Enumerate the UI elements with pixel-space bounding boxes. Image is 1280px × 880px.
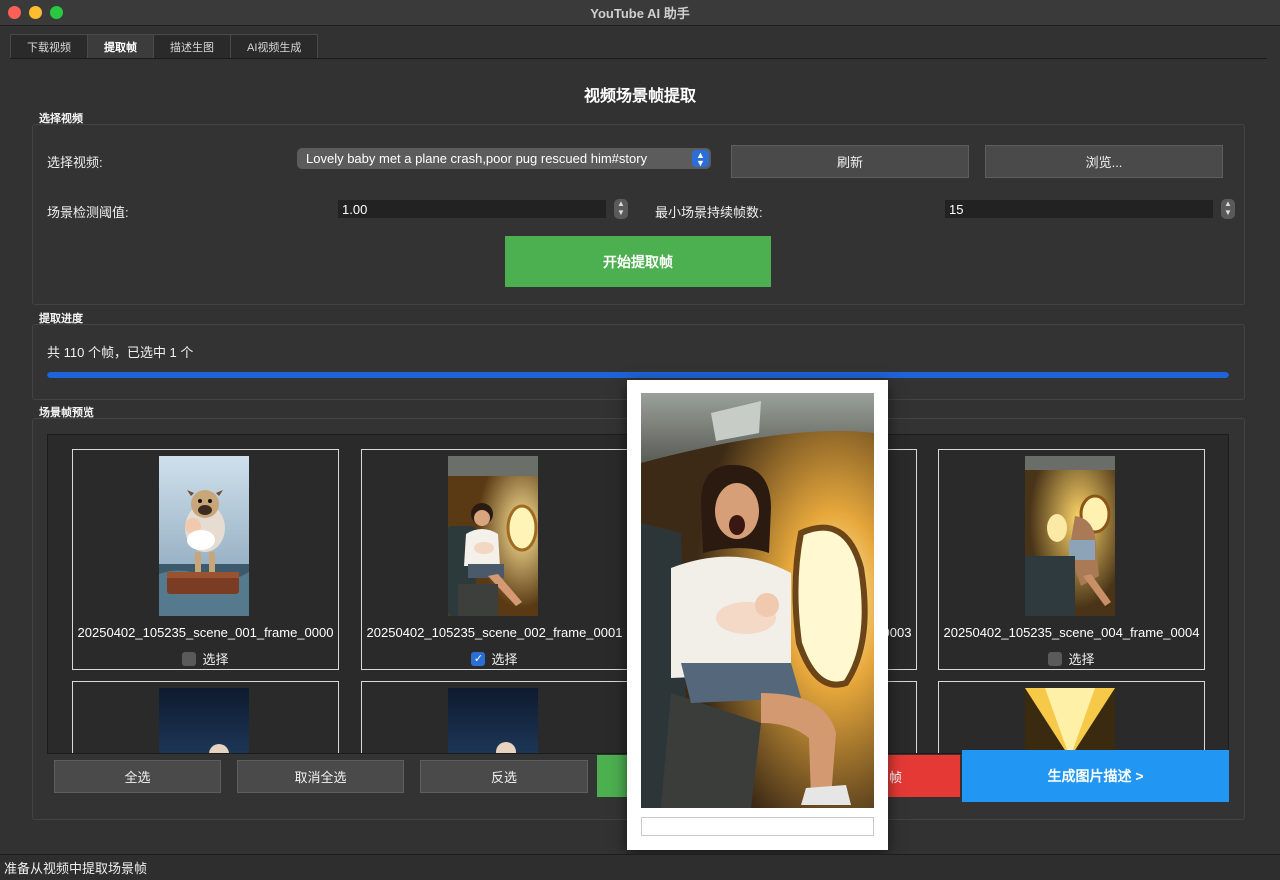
delete-frames-button[interactable]: 帧: [887, 755, 960, 797]
threshold-value: 1.00: [342, 201, 368, 217]
preview-caption-field[interactable]: [641, 817, 874, 836]
title-bar: YouTube AI 助手: [0, 0, 1280, 26]
checkbox-label: 选择: [1068, 652, 1095, 667]
progress-bar-fill: [47, 372, 1229, 378]
spin-arrows-icon[interactable]: ▲ ▼: [614, 199, 628, 219]
min-frames-label: 最小场景持续帧数:: [655, 205, 763, 220]
start-extract-button[interactable]: 开始提取帧: [505, 236, 771, 287]
progress-bar: [47, 372, 1229, 378]
tab-ai-video[interactable]: AI视频生成: [230, 34, 319, 58]
minimize-window-button[interactable]: [29, 6, 42, 19]
updown-chevron-icon: ▲ ▼: [692, 150, 709, 168]
frame-card[interactable]: [938, 681, 1205, 753]
tab-describe-image[interactable]: 描述生图: [153, 34, 230, 58]
min-frames-spinbox[interactable]: 15 ▲ ▼: [945, 199, 1235, 219]
frame-filename: 20250402_105235_scene_004_frame_0004: [943, 625, 1200, 640]
refresh-button[interactable]: 刷新: [731, 145, 969, 178]
frame-select-checkbox[interactable]: 选择: [73, 649, 338, 668]
spin-arrows-icon[interactable]: ▲ ▼: [1221, 199, 1235, 219]
status-bar: 准备从视频中提取场景帧: [0, 854, 1280, 880]
frame-card[interactable]: 20250402_105235_scene_002_frame_0001 ✓ 选…: [361, 449, 628, 670]
frame-thumbnail: [159, 456, 249, 616]
min-frames-value: 15: [949, 201, 964, 217]
frame-thumbnail: [159, 688, 249, 753]
checkbox-unchecked-icon[interactable]: [1048, 651, 1063, 666]
frame-thumbnail: [448, 456, 538, 616]
frame-preview-popup: [627, 380, 888, 850]
frame-select-checkbox[interactable]: ✓ 选择: [362, 649, 627, 668]
checkbox-unchecked-icon[interactable]: [182, 651, 197, 666]
frame-select-checkbox[interactable]: 选择: [939, 649, 1204, 668]
progress-status-text: 共 110 个帧，已选中 1 个: [47, 345, 194, 360]
page-title: 视频场景帧提取: [583, 88, 696, 105]
frame-thumbnail: [1025, 456, 1115, 616]
browse-button[interactable]: 浏览...: [985, 145, 1223, 178]
maximize-window-button[interactable]: [50, 6, 63, 19]
generate-description-button[interactable]: 生成图片描述 >: [962, 750, 1229, 802]
frame-filename: 20250402_105235_scene_001_frame_0000: [77, 625, 334, 640]
frame-filename: 20250402_105235_scene_002_frame_0001: [366, 625, 623, 640]
deselect-all-button[interactable]: 取消全选: [237, 760, 404, 793]
frame-card[interactable]: 20250402_105235_scene_004_frame_0004 选择: [938, 449, 1205, 670]
checkbox-label: 选择: [202, 652, 229, 667]
frame-preview-image: [641, 393, 874, 808]
checkbox-checked-icon[interactable]: ✓: [471, 651, 486, 666]
frame-card[interactable]: 20250402_105235_scene_001_frame_0000 选择: [72, 449, 339, 670]
video-select-dropdown[interactable]: Lovely baby met a plane crash,poor pug r…: [297, 148, 711, 169]
window-title: YouTube AI 助手: [590, 6, 690, 21]
frame-card[interactable]: [72, 681, 339, 753]
partially-hidden-green-button[interactable]: [597, 755, 631, 797]
select-all-button[interactable]: 全选: [54, 760, 221, 793]
frame-thumbnail: [448, 688, 538, 753]
invert-selection-button[interactable]: 反选: [420, 760, 588, 793]
tab-download-video[interactable]: 下载视频: [10, 34, 87, 58]
tab-bar: 下载视频 提取帧 描述生图 AI视频生成: [10, 34, 1267, 59]
checkbox-label: 选择: [491, 652, 518, 667]
frame-card[interactable]: [361, 681, 628, 753]
tab-extract-frames[interactable]: 提取帧: [87, 34, 153, 58]
video-select-label: 选择视频:: [47, 155, 103, 170]
threshold-spinbox[interactable]: 1.00 ▲ ▼: [338, 199, 628, 219]
frame-thumbnail: [1025, 688, 1115, 753]
threshold-label: 场景检测阈值:: [47, 205, 129, 220]
video-select-value: Lovely baby met a plane crash,poor pug r…: [306, 151, 648, 166]
window-controls: [8, 6, 63, 19]
close-window-button[interactable]: [8, 6, 21, 19]
